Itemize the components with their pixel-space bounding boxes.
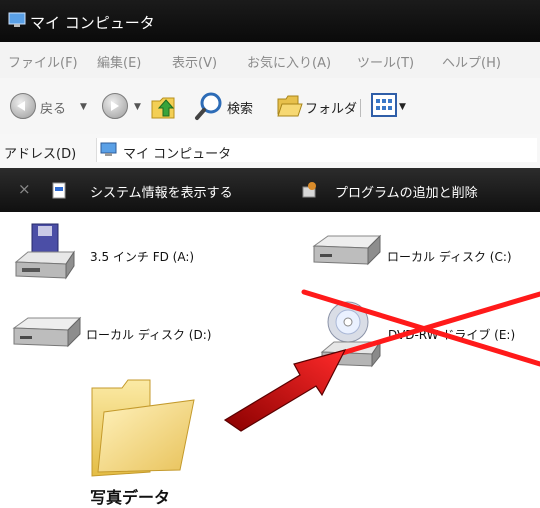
menu-help[interactable]: ヘルプ(H) <box>442 52 501 71</box>
add-remove-programs-icon <box>302 182 316 198</box>
back-dropdown-icon[interactable]: ▼ <box>80 102 87 112</box>
computer-icon <box>8 12 26 27</box>
drive-e-label: DVD-RW ドライブ (E:) <box>388 328 516 342</box>
floppy-drive-icon[interactable] <box>14 222 78 284</box>
back-label: 戻る <box>40 102 67 117</box>
forward-button[interactable] <box>102 93 128 119</box>
folders-icon[interactable] <box>276 92 304 118</box>
window-title: マイ コンピュータ <box>30 14 155 32</box>
address-field[interactable]: マイ コンピュータ <box>96 138 537 162</box>
menu-favorites[interactable]: お気に入り(A) <box>247 52 331 71</box>
computer-icon <box>100 142 117 156</box>
task-system-info[interactable]: システム情報を表示する <box>90 182 233 201</box>
drive-d-label: ローカル ディスク (D:) <box>86 328 212 342</box>
views-dropdown-icon[interactable]: ▼ <box>399 102 406 112</box>
back-button[interactable] <box>10 93 36 119</box>
system-info-icon <box>52 182 66 199</box>
close-icon[interactable]: × <box>18 180 31 198</box>
task-bar: × システム情報を表示する プログラムの追加と削除 <box>0 168 540 212</box>
menu-tools[interactable]: ツール(T) <box>357 52 414 71</box>
toolbar: 戻る ▼ ▼ 検索 フォルダ ▼ <box>0 78 540 135</box>
menu-view[interactable]: 表示(V) <box>172 52 217 71</box>
drive-c-label: ローカル ディスク (C:) <box>387 250 512 264</box>
folder-label: 写真データ <box>90 488 171 507</box>
menu-edit[interactable]: 編集(E) <box>97 52 141 71</box>
address-value: マイ コンピュータ <box>123 147 232 162</box>
toolbar-divider <box>360 99 361 117</box>
search-icon[interactable] <box>194 91 224 121</box>
address-label: アドレス(D) <box>4 147 77 162</box>
dvd-drive-icon[interactable] <box>318 298 384 368</box>
drive-a-label: 3.5 インチ FD (A:) <box>90 250 195 264</box>
hard-disk-icon[interactable] <box>312 232 382 270</box>
menu-bar: ファイル(F) 編集(E) 表示(V) お気に入り(A) ツール(T) ヘルプ(… <box>0 42 540 79</box>
up-folder-icon[interactable] <box>150 92 180 120</box>
hard-disk-icon[interactable] <box>12 314 82 352</box>
folder-icon[interactable] <box>84 372 208 482</box>
menu-file[interactable]: ファイル(F) <box>8 52 78 71</box>
folders-button[interactable]: フォルダ <box>305 98 357 117</box>
views-icon[interactable] <box>371 93 397 117</box>
forward-dropdown-icon[interactable]: ▼ <box>134 102 141 112</box>
title-bar: マイ コンピュータ <box>0 0 540 42</box>
address-bar: アドレス(D) マイ コンピュータ <box>0 134 540 169</box>
search-button[interactable]: 検索 <box>227 98 253 117</box>
task-add-remove-programs[interactable]: プログラムの追加と削除 <box>335 182 478 201</box>
